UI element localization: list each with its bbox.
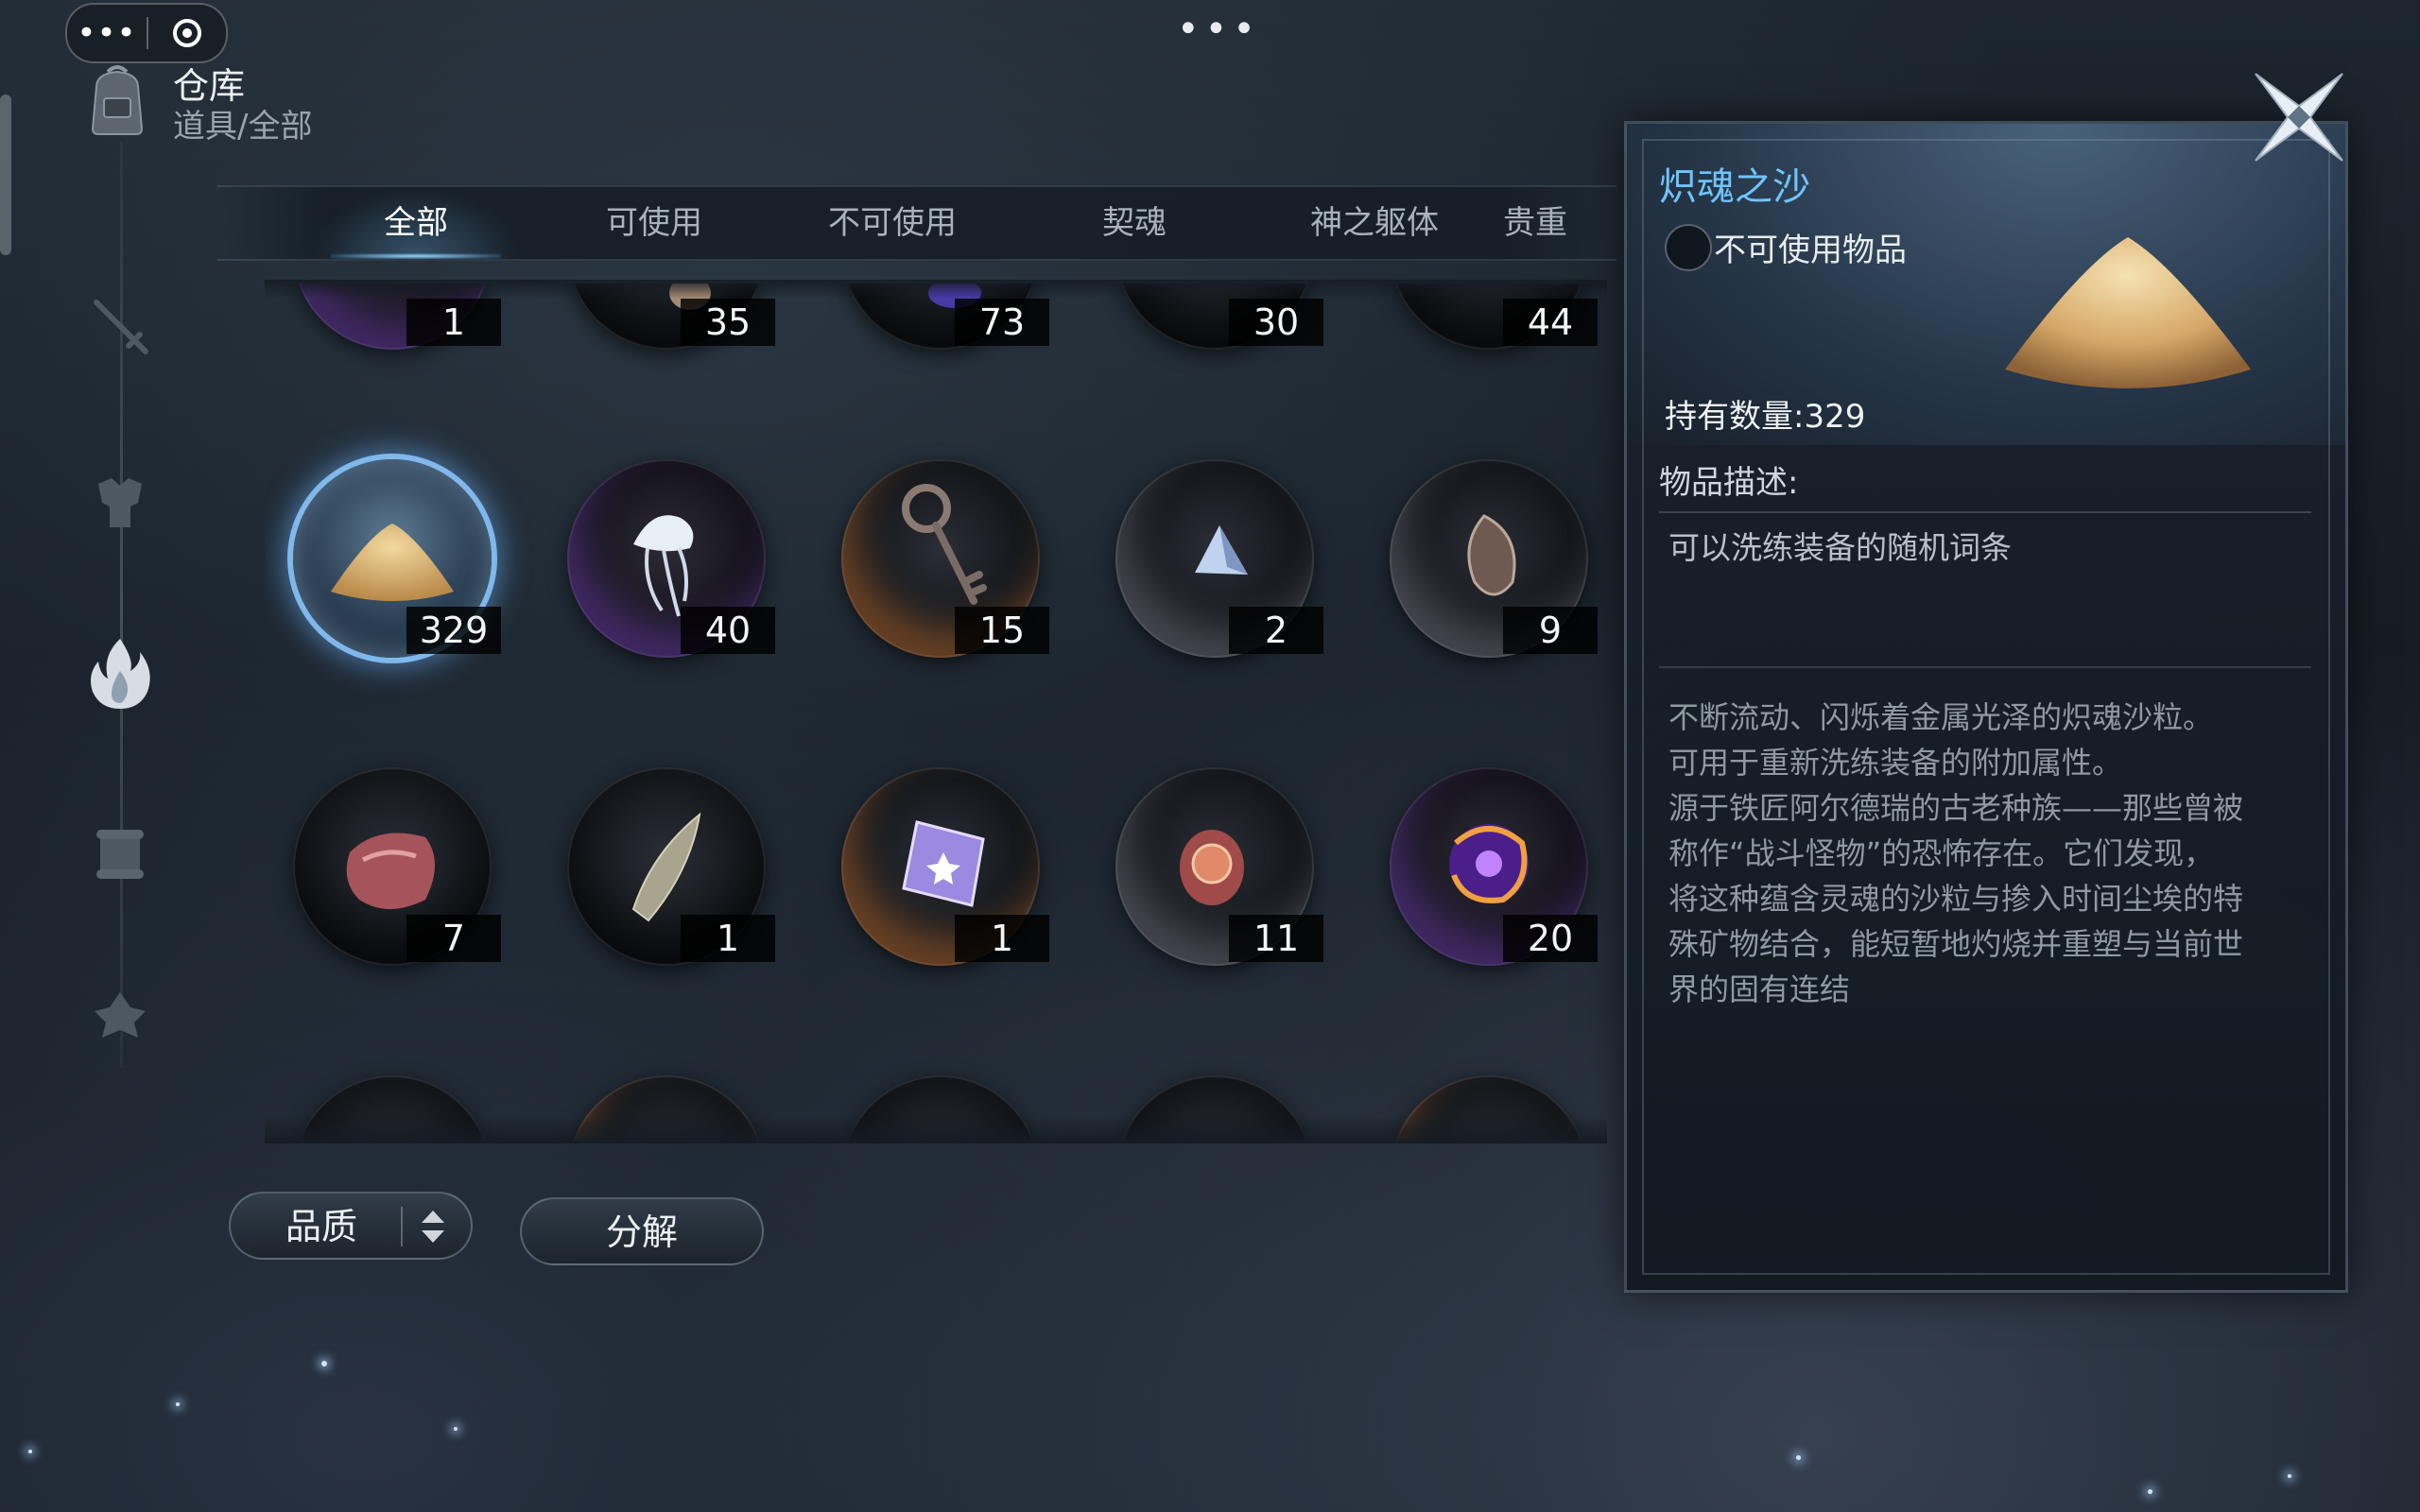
tab-divine-body[interactable]: 神之躯体	[1270, 187, 1478, 259]
item-slot[interactable]: 1	[832, 758, 1049, 975]
item-count: 1	[681, 915, 775, 962]
item-count: 9	[1503, 607, 1598, 654]
item-count: 40	[681, 607, 775, 654]
item-count: 35	[681, 299, 775, 346]
item-count: 1	[406, 299, 501, 346]
tab-unusable[interactable]: 不可使用	[788, 187, 996, 259]
item-count: 7	[406, 915, 501, 962]
item-count: 73	[955, 299, 1049, 346]
item-slot-selected[interactable]: 329	[284, 450, 501, 667]
sidebar-rail	[120, 142, 123, 1068]
exit-icon	[173, 19, 201, 47]
sort-arrows-icon	[422, 1211, 444, 1243]
item-slot[interactable]: 15	[832, 450, 1049, 667]
sparkle	[1796, 1455, 1801, 1460]
sparkle	[454, 1427, 458, 1431]
sidebar-item-armor[interactable]	[78, 461, 163, 546]
item-slot[interactable]: 9	[1380, 450, 1598, 667]
item-detail-panel: 炽魂之沙 不可使用物品 持有数量:329 物品描述: 可以洗练装备的随机词条 不…	[1624, 121, 2348, 1293]
sidebar-item-quests[interactable]	[78, 811, 163, 896]
item-count: 1	[955, 915, 1049, 962]
item-slot[interactable]: 2	[1106, 450, 1323, 667]
sparkle	[321, 1361, 327, 1366]
item-slot[interactable]: 40	[558, 450, 775, 667]
item-count: 2	[1229, 607, 1323, 654]
owned-count: 持有数量:329	[1665, 398, 1866, 436]
item-slot[interactable]: 20	[1380, 758, 1598, 975]
breadcrumb: 道具/全部	[173, 108, 313, 146]
mini-program-capsule: •••	[65, 3, 228, 63]
armor-icon	[98, 478, 142, 527]
item-count: 15	[955, 607, 1049, 654]
scroll-icon	[96, 830, 144, 879]
category-tabs: 全部 可使用 不可使用 契魂 神之躯体 贵重	[217, 185, 1616, 261]
divider	[1659, 511, 2311, 513]
sparkle	[28, 1450, 32, 1453]
close-icon[interactable]	[2242, 60, 2356, 174]
backpack-icon	[91, 65, 144, 135]
sidebar-item-emblems[interactable]	[78, 973, 163, 1058]
sparkle	[2148, 1489, 2152, 1494]
item-count: 44	[1503, 299, 1598, 346]
sword-icon	[94, 300, 148, 354]
item-name: 炽魂之沙	[1659, 165, 1810, 209]
exit-button[interactable]	[148, 19, 226, 47]
item-slot[interactable]: 1	[558, 758, 775, 975]
item-slot[interactable]: 11	[1106, 758, 1323, 975]
item-lore: 不断流动、闪烁着金属光泽的炽魂沙粒。 可用于重新洗练装备的附加属性。 源于铁匠阿…	[1668, 699, 2244, 1007]
item-count: 30	[1229, 299, 1323, 346]
button-divider	[401, 1207, 403, 1246]
item-type: 不可使用物品	[1714, 232, 1907, 269]
tab-pact-soul[interactable]: 契魂	[1030, 187, 1238, 259]
quality-sort-button[interactable]: 品质	[229, 1192, 473, 1260]
item-slot[interactable]: 7	[284, 758, 501, 975]
tab-valuables[interactable]: 贵重	[1503, 187, 1616, 259]
tab-all[interactable]: 全部	[312, 187, 520, 259]
item-count: 20	[1503, 915, 1598, 962]
grid-fade	[265, 280, 1607, 299]
decompose-button[interactable]: 分解	[520, 1197, 764, 1265]
tab-usable[interactable]: 可使用	[550, 187, 758, 259]
sidebar-item-materials[interactable]	[78, 631, 163, 716]
description-label: 物品描述:	[1659, 464, 1799, 502]
divider	[1659, 666, 2311, 668]
sidebar-item-weapons[interactable]	[78, 284, 163, 369]
item-count: 11	[1229, 915, 1323, 962]
more-button[interactable]: •••	[67, 7, 147, 60]
item-count: 329	[406, 607, 501, 654]
item-grid: 1 35 73 30 44 329 40 15 2 9 7 1 1 11 20	[265, 284, 1607, 1142]
item-effect: 可以洗练装备的随机词条	[1668, 529, 2012, 566]
quality-sort-label: 品质	[285, 1206, 358, 1247]
grid-fade	[265, 1115, 1607, 1143]
sparkle	[176, 1402, 180, 1406]
page-scrollbar[interactable]	[0, 94, 11, 255]
emblem-icon	[95, 992, 146, 1038]
sparkle	[2288, 1474, 2291, 1478]
soul-sand-icon	[2005, 237, 2251, 388]
top-menu-dots[interactable]: •••	[1177, 8, 1261, 51]
key-icon	[1665, 224, 1712, 271]
flame-icon	[91, 639, 150, 709]
